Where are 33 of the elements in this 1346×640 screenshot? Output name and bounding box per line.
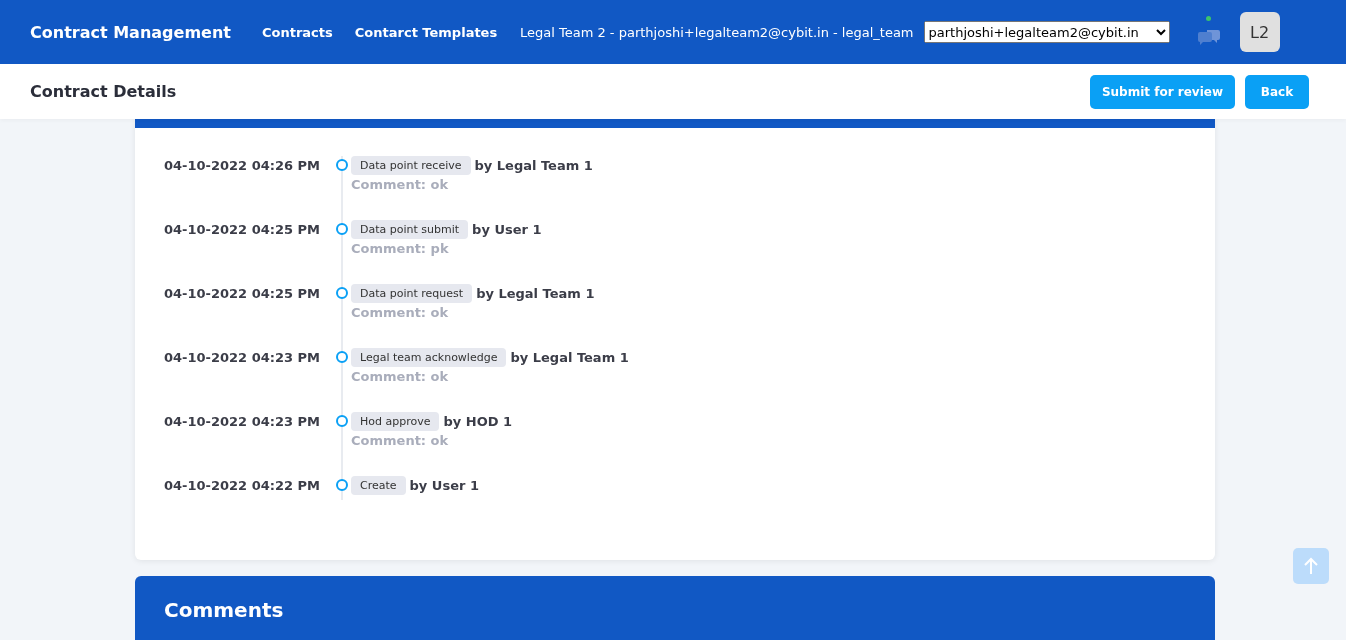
timestamp: 04-10-2022 04:23 PM [164,413,322,431]
timeline-dot [336,415,348,427]
scroll-to-top-button[interactable] [1293,548,1329,584]
comment-text: Comment: pk [351,241,450,256]
comment-text: Comment: ok [351,433,450,448]
arrow-up-icon [1303,557,1319,575]
actor-text: by Legal Team 1 [474,158,593,173]
user-info: Legal Team 2 - parthjoshi+legalteam2@cybit.in - legal_team [520,24,914,40]
timestamp: 04-10-2022 04:22 PM [164,477,322,495]
actor-text: by Legal Team 1 [510,350,629,365]
timestamp: 04-10-2022 04:23 PM [164,349,322,367]
comments-title: Comments [164,598,284,622]
page-title: Contract Details [30,82,177,101]
actor-text: by User 1 [472,222,542,237]
nav-link[interactable]: Contarct Templates [354,24,498,40]
timestamp: 04-10-2022 04:25 PM [164,221,322,239]
nav-link[interactable]: Contracts [262,24,333,40]
timeline-dot [336,351,348,363]
timestamp: 04-10-2022 04:25 PM [164,285,322,303]
actor-text: by User 1 [409,478,479,493]
comment-text: Comment: ok [351,305,450,320]
timestamp: 04-10-2022 04:26 PM [164,157,322,175]
user-select[interactable]: parthjoshi+legalteam2@cybit.in [923,21,1170,43]
timeline-dot [336,479,348,491]
comment-text: Comment: ok [351,177,450,192]
timeline-dot [336,159,348,171]
comment-text: Comment: ok [351,369,450,384]
actor-text: by Legal Team 1 [476,286,595,301]
actor-text: by HOD 1 [443,414,513,429]
timeline-dot [336,223,348,235]
app-title: Contract Management [30,22,232,42]
timeline-dot [336,287,348,299]
user-avatar[interactable]: L2 [1239,12,1280,52]
